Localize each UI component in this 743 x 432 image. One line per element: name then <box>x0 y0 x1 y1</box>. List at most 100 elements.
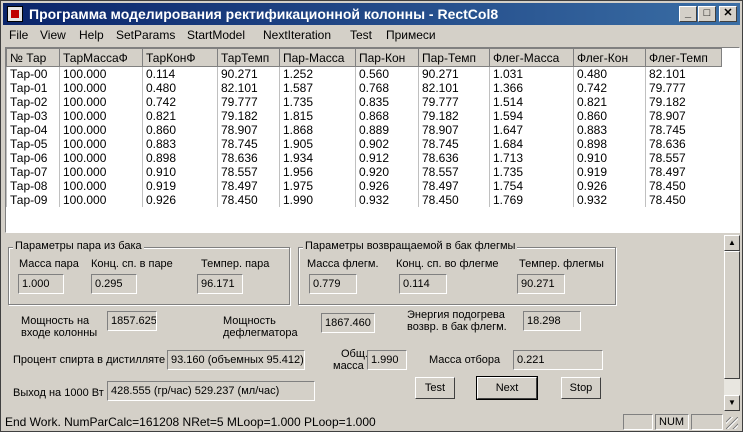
heat-energy-field[interactable]: 18.298 <box>523 311 581 331</box>
title-bar[interactable]: Программа моделирования ректификационной… <box>3 3 740 25</box>
menu-file[interactable]: File <box>9 28 28 42</box>
menu-startmodel[interactable]: StartModel <box>187 28 245 42</box>
stop-button[interactable]: Stop <box>561 377 601 399</box>
power-dephleg-field[interactable]: 1867.460 <box>321 313 375 333</box>
column-header-plate[interactable]: № Тар <box>6 48 60 67</box>
app-window: Программа моделирования ректификационной… <box>0 0 743 432</box>
table-row[interactable]: Тар-06 100.000 0.898 78.636 1.934 0.912 78.636… <box>6 151 722 165</box>
table-cell: 78.745 <box>418 137 490 151</box>
offtake-mass-field[interactable]: 0.221 <box>513 350 603 370</box>
menu-view[interactable]: View <box>40 28 66 42</box>
menu-setparams[interactable]: SetParams <box>116 28 175 42</box>
table-cell: 1.587 <box>279 81 356 95</box>
reflux-conc-label: Конц. сп. во флегме <box>396 258 499 270</box>
steam-conc-field[interactable]: 0.295 <box>91 274 137 294</box>
table-cell: 0.919 <box>142 179 218 193</box>
parameters-panel: Параметры пара из бака Масса пара 1.000 … <box>5 235 724 411</box>
table-row[interactable]: Тар-02 100.000 0.742 79.777 1.735 0.835 79.777… <box>6 95 722 109</box>
table-row[interactable]: Тар-09 100.000 0.926 78.450 1.990 0.932 78.450… <box>6 193 722 207</box>
table-cell: 78.557 <box>418 165 490 179</box>
table-cell: 1.735 <box>489 165 574 179</box>
table-cell: 100.000 <box>59 179 143 193</box>
resize-grip-icon[interactable] <box>726 417 738 429</box>
total-mass-field[interactable]: 1.990 <box>367 350 407 370</box>
table-cell: 78.745 <box>645 123 722 137</box>
table-cell: 78.497 <box>418 179 490 193</box>
table-cell: 0.821 <box>573 95 646 109</box>
next-button[interactable]: Next <box>476 376 538 400</box>
table-cell: 1.815 <box>279 109 356 123</box>
table-cell: 0.480 <box>573 66 646 81</box>
table-row[interactable]: Тар-04 100.000 0.860 78.907 1.868 0.889 78.907… <box>6 123 722 137</box>
menu-bar: File View Help SetParams StartModel Next… <box>3 26 740 44</box>
minimize-button[interactable]: _ <box>679 6 697 22</box>
power-input-field[interactable]: 1857.625 <box>107 311 157 331</box>
table-cell: 1.956 <box>279 165 356 179</box>
table-cell: Тар-06 <box>6 151 60 165</box>
results-table[interactable]: № Тар ТарМассаФ ТарКонФ ТарТемп Пар-Масс… <box>5 47 740 233</box>
column-header-vapor-conc[interactable]: Пар-Кон <box>355 48 419 67</box>
menu-impurities[interactable]: Примеси <box>386 28 436 42</box>
table-row[interactable]: Тар-08 100.000 0.919 78.497 1.975 0.926 78.497… <box>6 179 722 193</box>
column-header-plate-mass[interactable]: ТарМассаФ <box>59 48 143 67</box>
scroll-thumb[interactable] <box>724 251 740 379</box>
table-cell: 78.450 <box>645 193 722 207</box>
table-cell: 78.450 <box>645 179 722 193</box>
steam-mass-label: Масса пара <box>19 258 79 270</box>
column-header-plate-conc[interactable]: ТарКонФ <box>142 48 218 67</box>
table-row[interactable]: Тар-07 100.000 0.910 78.557 1.956 0.920 78.557… <box>6 165 722 179</box>
table-cell: 1.905 <box>279 137 356 151</box>
table-cell: 0.926 <box>573 179 646 193</box>
reflux-temp-field[interactable]: 90.271 <box>517 274 565 294</box>
alcohol-percent-field[interactable]: 93.160 (объемных 95.412) <box>167 350 305 370</box>
column-header-vapor-temp[interactable]: Пар-Темп <box>418 48 490 67</box>
app-icon[interactable] <box>7 6 23 22</box>
close-button[interactable]: ✕ <box>719 6 737 22</box>
column-header-reflux-conc[interactable]: Флег-Кон <box>573 48 646 67</box>
table-cell: 1.594 <box>489 109 574 123</box>
table-cell: 0.883 <box>573 123 646 137</box>
table-cell: 100.000 <box>59 123 143 137</box>
table-row[interactable]: Тар-01 100.000 0.480 82.101 1.587 0.768 82.101… <box>6 81 722 95</box>
table-cell: Тар-09 <box>6 193 60 207</box>
table-cell: 0.560 <box>355 66 419 81</box>
menu-nextiteration[interactable]: NextIteration <box>263 28 331 42</box>
reflux-conc-field[interactable]: 0.114 <box>399 274 447 294</box>
heat-energy-label-line2: возвр. в бак флегм. <box>407 321 507 333</box>
table-cell: 0.898 <box>142 151 218 165</box>
table-cell: 78.907 <box>418 123 490 137</box>
table-cell: 0.889 <box>355 123 419 137</box>
table-cell: 78.745 <box>217 137 280 151</box>
table-cell: Тар-01 <box>6 81 60 95</box>
vertical-scrollbar[interactable]: ▲ ▼ <box>724 235 740 411</box>
table-row[interactable]: Тар-05 100.000 0.883 78.745 1.905 0.902 78.745… <box>6 137 722 151</box>
power-input-label-line2: входе колонны <box>21 327 98 339</box>
table-cell: 100.000 <box>59 165 143 179</box>
steam-temp-label: Темпер. пара <box>201 258 270 270</box>
steam-temp-field[interactable]: 96.171 <box>197 274 243 294</box>
scroll-up-icon[interactable]: ▲ <box>724 235 740 251</box>
table-cell: 78.557 <box>217 165 280 179</box>
table-cell: 0.742 <box>142 95 218 109</box>
test-button[interactable]: Test <box>415 377 455 399</box>
table-cell: 78.557 <box>645 151 722 165</box>
table-cell: 100.000 <box>59 109 143 123</box>
maximize-button[interactable]: □ <box>698 6 716 22</box>
output-per-1000w-field[interactable]: 428.555 (гр/час) 529.237 (мл/час) <box>107 381 315 401</box>
menu-help[interactable]: Help <box>79 28 104 42</box>
column-header-plate-temp[interactable]: ТарТемп <box>217 48 280 67</box>
column-header-reflux-mass[interactable]: Флег-Масса <box>489 48 574 67</box>
column-header-vapor-mass[interactable]: Пар-Масса <box>279 48 356 67</box>
table-cell: 1.366 <box>489 81 574 95</box>
table-row[interactable]: Тар-00 100.000 0.114 90.271 1.252 0.560 90.271… <box>6 66 722 81</box>
table-cell: 0.768 <box>355 81 419 95</box>
steam-mass-field[interactable]: 1.000 <box>18 274 64 294</box>
table-cell: 79.182 <box>418 109 490 123</box>
reflux-mass-field[interactable]: 0.779 <box>309 274 357 294</box>
column-header-reflux-temp[interactable]: Флег-Темп <box>645 48 722 67</box>
table-cell: 0.898 <box>573 137 646 151</box>
menu-test[interactable]: Test <box>350 28 372 42</box>
table-row[interactable]: Тар-03 100.000 0.821 79.182 1.815 0.868 79.182… <box>6 109 722 123</box>
scroll-down-icon[interactable]: ▼ <box>724 395 740 411</box>
offtake-mass-label: Масса отбора <box>429 354 501 366</box>
